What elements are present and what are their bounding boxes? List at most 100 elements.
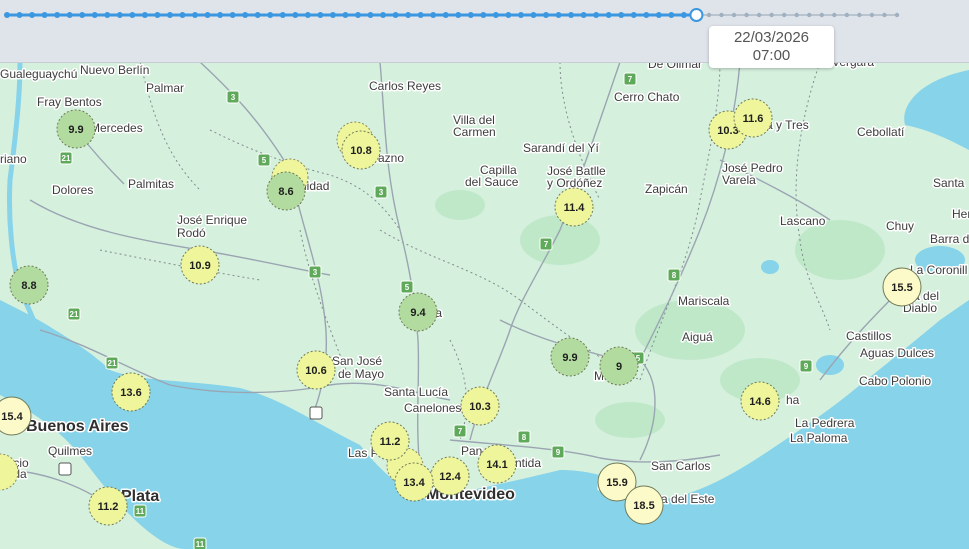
timeline-step[interactable]	[392, 12, 399, 18]
timeline-step[interactable]	[141, 12, 148, 18]
timeline-step[interactable]	[555, 12, 562, 18]
timeline-step[interactable]	[405, 12, 412, 18]
temperature-marker[interactable]: 11.2	[88, 486, 128, 526]
timeline-step[interactable]	[329, 12, 336, 18]
timeline-step[interactable]	[530, 12, 537, 18]
timeline-step[interactable]	[66, 12, 73, 18]
timeline-step[interactable]	[869, 12, 875, 18]
timeline-step[interactable]	[267, 12, 274, 18]
timeline-step[interactable]	[455, 12, 462, 18]
timeline-step[interactable]	[832, 12, 837, 18]
timeline-step[interactable]	[480, 12, 487, 18]
timeline-step[interactable]	[367, 12, 374, 18]
temperature-marker[interactable]: 9.4	[398, 292, 438, 332]
timeline-step[interactable]	[192, 12, 199, 18]
timeline-step[interactable]	[882, 12, 887, 18]
timeline-step[interactable]	[154, 12, 161, 18]
route-badge: 3	[226, 90, 240, 104]
timeline-step[interactable]	[894, 12, 900, 18]
timeline-step[interactable]	[781, 12, 787, 18]
temperature-marker[interactable]: 14.6	[740, 381, 780, 421]
temperature-marker[interactable]: 13.6	[111, 372, 151, 412]
temperature-marker[interactable]: 9.9	[56, 109, 96, 149]
timeline-step[interactable]	[317, 12, 324, 18]
timeline-step[interactable]	[807, 12, 812, 18]
timeline-step[interactable]	[79, 12, 86, 18]
timeline-step[interactable]	[279, 12, 286, 18]
temperature-marker[interactable]: 8.8	[9, 265, 49, 305]
timeline-step[interactable]	[129, 12, 136, 18]
timeline-step[interactable]	[380, 12, 387, 18]
temperature-marker[interactable]: 18.5	[624, 485, 664, 525]
timeline-step[interactable]	[568, 12, 575, 18]
timeline-step[interactable]	[292, 12, 299, 18]
temperature-marker[interactable]: 10.3	[460, 386, 500, 426]
timeline-step[interactable]	[655, 12, 662, 18]
timeline-step[interactable]	[104, 12, 111, 18]
temperature-marker[interactable]: 10.9	[180, 245, 220, 285]
timeline-step[interactable]	[756, 12, 762, 18]
timeline-step[interactable]	[794, 12, 799, 18]
timeline-step[interactable]	[217, 12, 224, 18]
timeline-step[interactable]	[819, 12, 824, 18]
timeline-step[interactable]	[706, 12, 712, 18]
timeline-step[interactable]	[417, 12, 424, 18]
timeline-step[interactable]	[857, 12, 862, 18]
timeline-step[interactable]	[116, 12, 123, 18]
place-label: Cabo Polonio	[859, 374, 931, 388]
timeline-step[interactable]	[605, 12, 612, 18]
timeline-step[interactable]	[680, 12, 687, 18]
timeline-step[interactable]	[229, 12, 236, 18]
timeline-step[interactable]	[16, 12, 23, 18]
temperature-marker[interactable]: 8.6	[266, 171, 306, 211]
timeline-step[interactable]	[254, 12, 261, 18]
marker-value: 9	[616, 361, 622, 373]
timeline-step[interactable]	[342, 12, 349, 18]
temperature-marker[interactable]: 12.4	[430, 456, 470, 496]
temperature-marker[interactable]: 14.1	[477, 444, 517, 484]
timeline-step[interactable]	[304, 12, 311, 18]
route-badge: 9	[551, 445, 565, 459]
temperature-marker[interactable]: 11.2	[370, 421, 410, 461]
timeline-handle[interactable]	[689, 8, 704, 22]
timeline-step[interactable]	[29, 12, 36, 18]
timeline-step[interactable]	[41, 12, 48, 18]
timeline-step[interactable]	[442, 12, 449, 18]
timeline-step[interactable]	[731, 12, 737, 18]
timeline-step[interactable]	[354, 12, 361, 18]
route-badge: 11	[133, 504, 147, 518]
timeline-step[interactable]	[580, 12, 587, 18]
timeline-step[interactable]	[467, 12, 474, 18]
timeline-step[interactable]	[179, 12, 186, 18]
temperature-marker[interactable]: 11.6	[733, 98, 773, 138]
timeline-step[interactable]	[719, 12, 724, 18]
map[interactable]: 73532157832121 95178911111 Gualeguaychú Nu…	[0, 0, 969, 549]
timeline-step[interactable]	[769, 12, 774, 18]
timeline-step[interactable]	[643, 12, 650, 18]
timeline-step[interactable]	[4, 12, 10, 18]
timeline-step[interactable]	[630, 12, 637, 18]
timeline-step[interactable]	[91, 12, 98, 18]
timeline-step[interactable]	[492, 12, 499, 18]
timeline-step[interactable]	[668, 12, 675, 18]
temperature-marker[interactable]: 9	[599, 346, 639, 386]
timeline-step[interactable]	[517, 12, 524, 18]
timeline-step[interactable]	[744, 12, 749, 18]
timeline-step[interactable]	[242, 12, 249, 18]
temperature-marker[interactable]: 10.6	[296, 350, 336, 390]
temperature-marker[interactable]: 15.5	[882, 267, 922, 307]
timeline-step[interactable]	[618, 12, 625, 18]
temperature-marker[interactable]: 9.9	[550, 337, 590, 377]
timeline-step[interactable]	[505, 12, 512, 18]
temperature-marker[interactable]: 11.4	[554, 187, 594, 227]
timeline-step[interactable]	[430, 12, 437, 18]
timeline-step[interactable]	[54, 12, 61, 18]
timeline-step[interactable]	[543, 12, 550, 18]
timeline-step[interactable]	[844, 12, 850, 18]
timeline-step[interactable]	[204, 12, 211, 18]
place-label: Santa Lucía	[384, 385, 448, 399]
temperature-marker[interactable]: 13.4	[394, 462, 434, 502]
temperature-marker[interactable]: 10.8	[341, 130, 381, 170]
timeline-step[interactable]	[593, 12, 600, 18]
timeline-step[interactable]	[166, 12, 173, 18]
